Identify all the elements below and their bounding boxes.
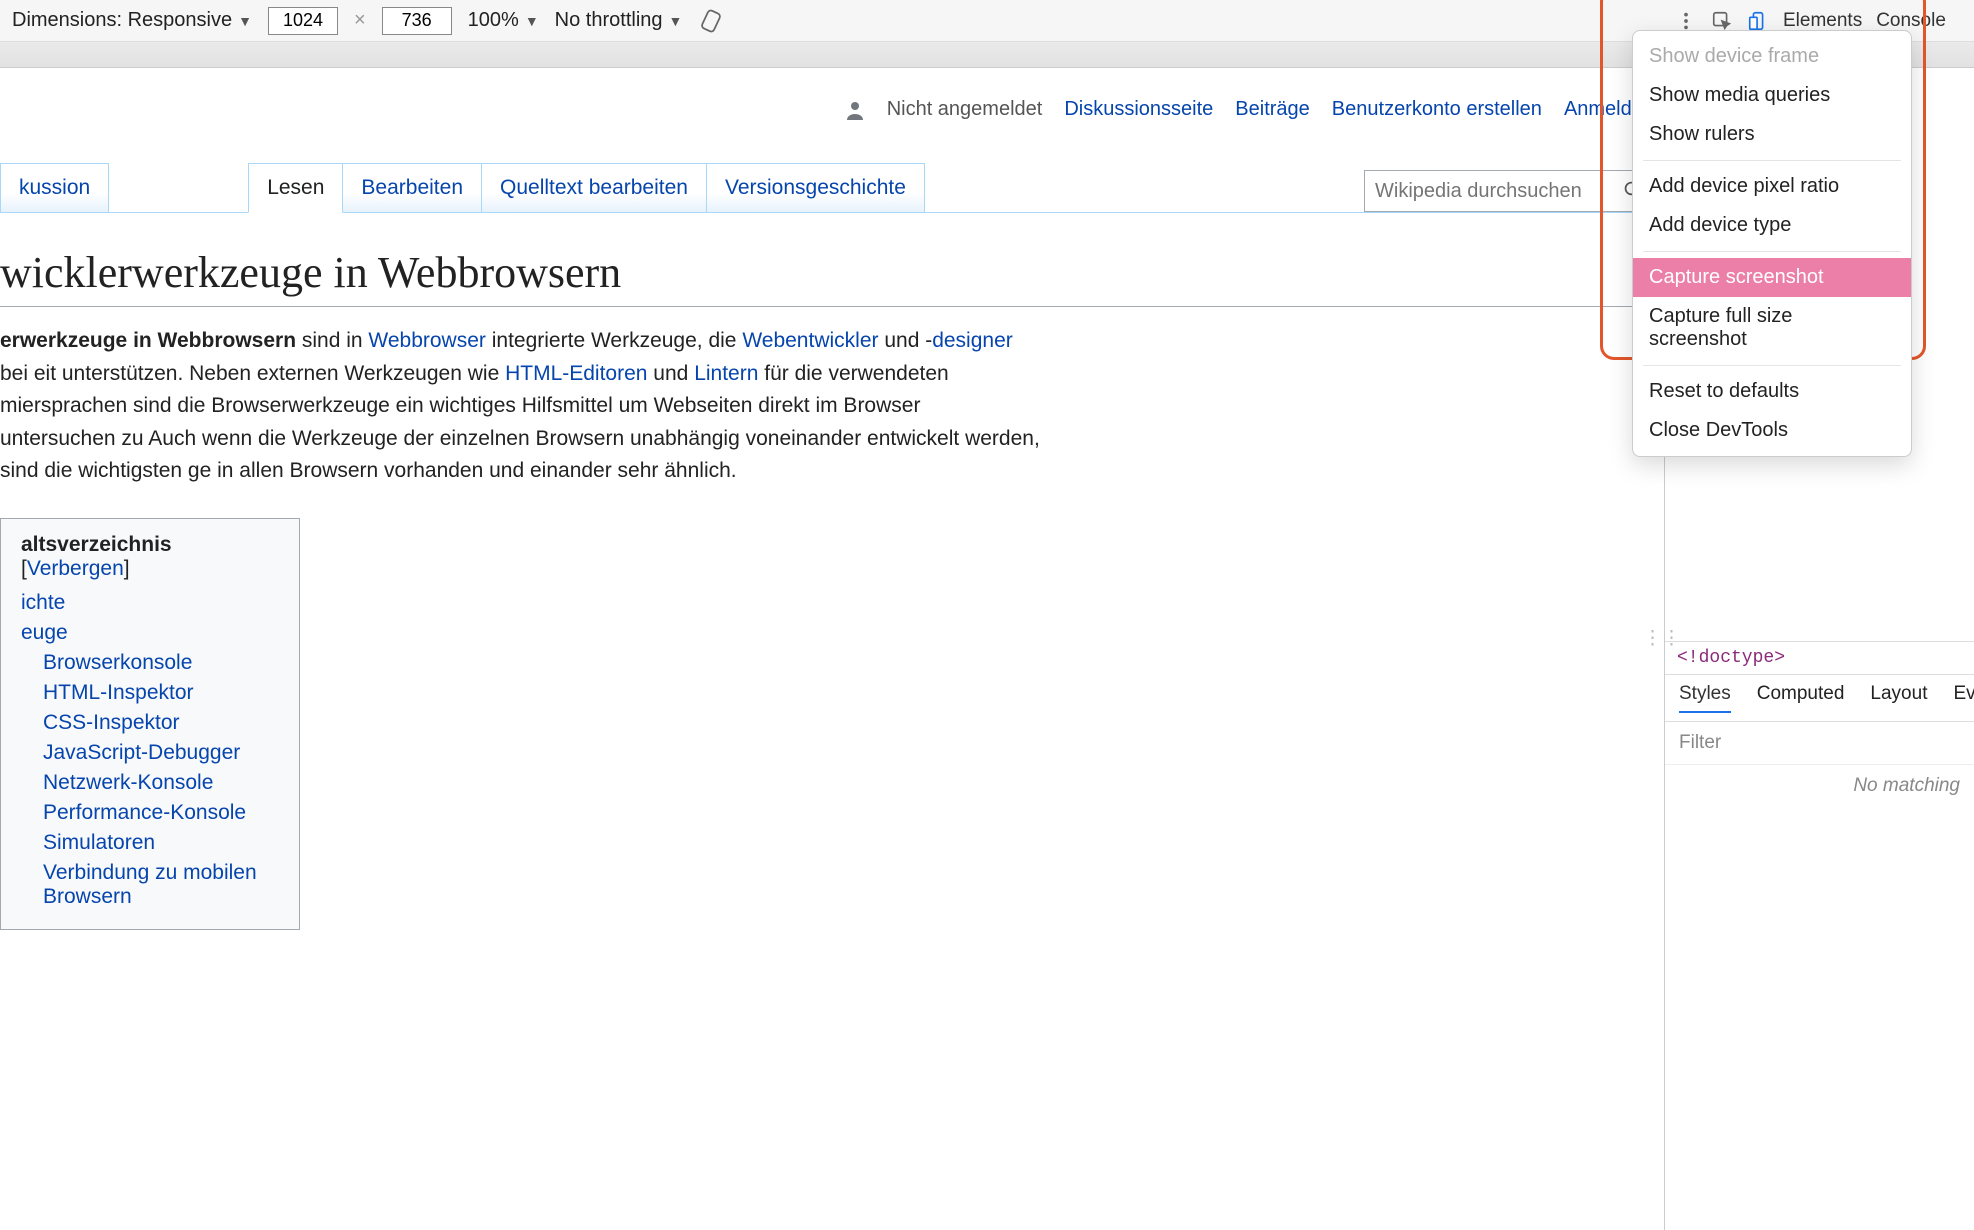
toc-item: JavaScript-Debugger — [21, 741, 279, 765]
menu-separator — [1643, 160, 1901, 161]
toc-item: Simulatoren — [21, 831, 279, 855]
toc-link[interactable]: ichte — [21, 591, 65, 614]
tab-history[interactable]: Versionsgeschichte — [706, 163, 925, 212]
no-matching-label: No matching — [1665, 765, 1974, 807]
breadcrumb[interactable]: <!doctype> — [1665, 641, 1974, 675]
zoom-select[interactable]: 100% ▼ — [468, 9, 539, 32]
tab-layout[interactable]: Layout — [1870, 683, 1927, 713]
page-tabs: kussion Lesen Bearbeiten Quelltext bearb… — [0, 157, 1664, 213]
menu-item[interactable]: Reset to defaults — [1633, 372, 1911, 411]
toc-item: CSS-Inspektor — [21, 711, 279, 735]
tab-styles[interactable]: Styles — [1679, 683, 1731, 713]
more-options-menu: Show device frameShow media queriesShow … — [1632, 30, 1912, 457]
link-html-editoren[interactable]: HTML-Editoren — [505, 362, 647, 385]
link-webbrowser[interactable]: Webbrowser — [368, 329, 486, 352]
dimensions-select[interactable]: Dimensions: Responsive ▼ — [12, 9, 252, 32]
tab-ev[interactable]: Ev — [1953, 683, 1974, 713]
throttling-label: No throttling — [555, 9, 663, 32]
link-designer[interactable]: designer — [932, 329, 1013, 352]
toc-title: altsverzeichnis — [21, 533, 172, 556]
link-lintern[interactable]: Lintern — [694, 362, 758, 385]
styles-filter[interactable]: Filter — [1665, 722, 1974, 765]
toc-item: Netzwerk-Konsole — [21, 771, 279, 795]
menu-item[interactable]: Capture full size screenshot — [1633, 297, 1911, 359]
link-webentwickler[interactable]: Webentwickler — [742, 329, 878, 352]
page-viewport: Nicht angemeldet Diskussionsseite Beiträ… — [0, 68, 1664, 1230]
page-title: wicklerwerkzeuge in Webbrowsern — [0, 247, 1664, 307]
toc-link[interactable]: CSS-Inspektor — [43, 711, 180, 734]
tab-elements[interactable]: Elements — [1783, 10, 1862, 32]
person-icon — [845, 100, 865, 120]
lead-bold: erwerkzeuge in Webbrowsern — [0, 329, 296, 352]
tab-source[interactable]: Quelltext bearbeiten — [481, 163, 707, 212]
toc-list: ichte euge Browserkonsole HTML-Inspektor CSS… — [21, 591, 279, 909]
width-input[interactable] — [268, 7, 338, 35]
tab-computed[interactable]: Computed — [1757, 683, 1845, 713]
toc-link[interactable]: HTML-Inspektor — [43, 681, 194, 704]
device-icon[interactable] — [1747, 10, 1769, 32]
toc-item: HTML-Inspektor — [21, 681, 279, 705]
menu-item[interactable]: Add device pixel ratio — [1633, 167, 1911, 206]
menu-item[interactable]: Close DevTools — [1633, 411, 1911, 450]
table-of-contents: altsverzeichnis [Verbergen] ichteeugeBro… — [0, 518, 300, 930]
splitter-handle[interactable]: ⋮⋮ — [1657, 608, 1667, 668]
throttling-select[interactable]: No throttling ▼ — [555, 9, 683, 32]
height-input[interactable] — [382, 7, 452, 35]
toc-item: ichte — [21, 591, 279, 615]
tab-console[interactable]: Console — [1876, 10, 1946, 32]
toc-item: Verbindung zu mobilen Browsern — [21, 861, 279, 909]
toc-link[interactable]: Browserkonsole — [43, 651, 192, 674]
toc-link[interactable]: JavaScript-Debugger — [43, 741, 240, 764]
create-account-link[interactable]: Benutzerkonto erstellen — [1332, 98, 1542, 121]
toc-link[interactable]: Netzwerk-Konsole — [43, 771, 213, 794]
styles-tabbar: Styles Computed Layout Ev — [1665, 675, 1974, 722]
not-logged-label: Nicht angemeldet — [887, 98, 1043, 121]
search-input[interactable] — [1375, 180, 1623, 203]
toc-item: Performance-Konsole — [21, 801, 279, 825]
chevron-down-icon: ▼ — [669, 13, 683, 29]
menu-item: Show device frame — [1633, 37, 1911, 76]
toc-hide-link[interactable]: Verbergen — [27, 557, 124, 580]
inspect-icon[interactable] — [1711, 10, 1733, 32]
toc-item: Browserkonsole — [21, 651, 279, 675]
tab-edit[interactable]: Bearbeiten — [342, 163, 482, 212]
user-links: Nicht angemeldet Diskussionsseite Beiträ… — [0, 98, 1664, 121]
kebab-icon[interactable] — [1675, 10, 1697, 32]
toc-item: euge — [21, 621, 279, 645]
menu-item[interactable]: Show rulers — [1633, 115, 1911, 154]
toc-link[interactable]: Simulatoren — [43, 831, 155, 854]
menu-item[interactable]: Add device type — [1633, 206, 1911, 245]
toc-link[interactable]: euge — [21, 621, 68, 644]
chevron-down-icon: ▼ — [238, 13, 252, 29]
toc-link[interactable]: Performance-Konsole — [43, 801, 246, 824]
contrib-link[interactable]: Beiträge — [1235, 98, 1310, 121]
menu-item[interactable]: Show media queries — [1633, 76, 1911, 115]
tab-read[interactable]: Lesen — [248, 163, 343, 213]
rotate-icon[interactable] — [698, 8, 724, 34]
talk-link[interactable]: Diskussionsseite — [1064, 98, 1213, 121]
dimensions-label: Dimensions: Responsive — [12, 9, 232, 32]
chevron-down-icon: ▼ — [525, 13, 539, 29]
toc-link[interactable]: Verbindung zu mobilen Browsern — [43, 861, 257, 908]
dimension-x: × — [354, 9, 366, 32]
zoom-label: 100% — [468, 9, 519, 32]
intro-paragraph: erwerkzeuge in Webbrowsern sind in Webbr… — [0, 325, 1040, 488]
menu-item[interactable]: Capture screenshot — [1633, 258, 1911, 297]
menu-separator — [1643, 365, 1901, 366]
tab-discussion[interactable]: kussion — [0, 163, 109, 212]
menu-separator — [1643, 251, 1901, 252]
search-box[interactable] — [1364, 170, 1654, 212]
